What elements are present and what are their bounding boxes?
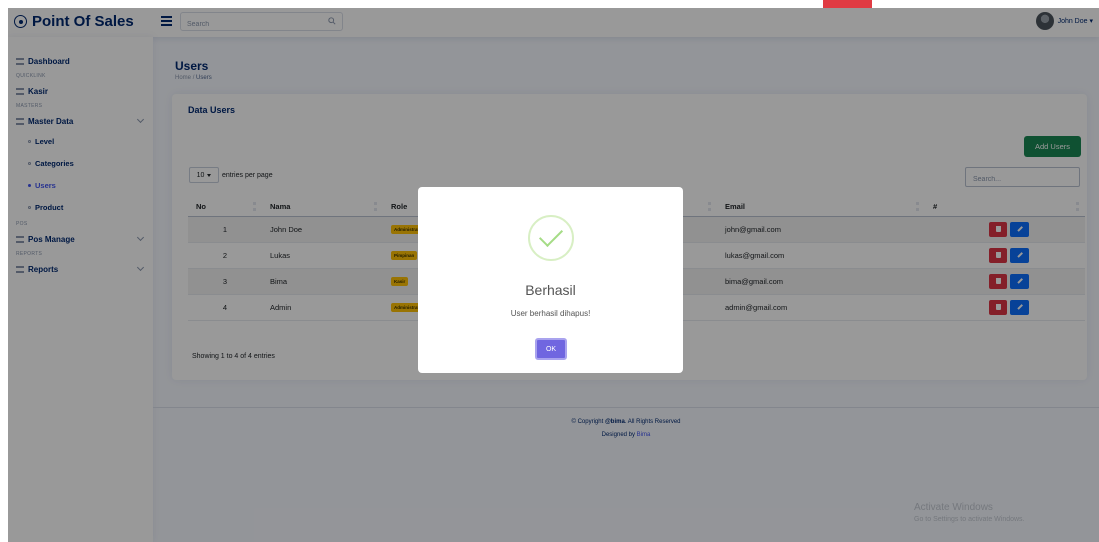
app-frame: Point Of Sales John Doe ▾ Dashboard QUIC… [8,8,1099,542]
success-check-icon [528,215,574,261]
ok-button[interactable]: OK [535,338,567,360]
success-dialog: Berhasil User berhasil dihapus! OK [418,187,683,373]
red-tab [823,0,872,8]
dialog-title: Berhasil [525,282,576,298]
dialog-message: User berhasil dihapus! [510,309,591,318]
